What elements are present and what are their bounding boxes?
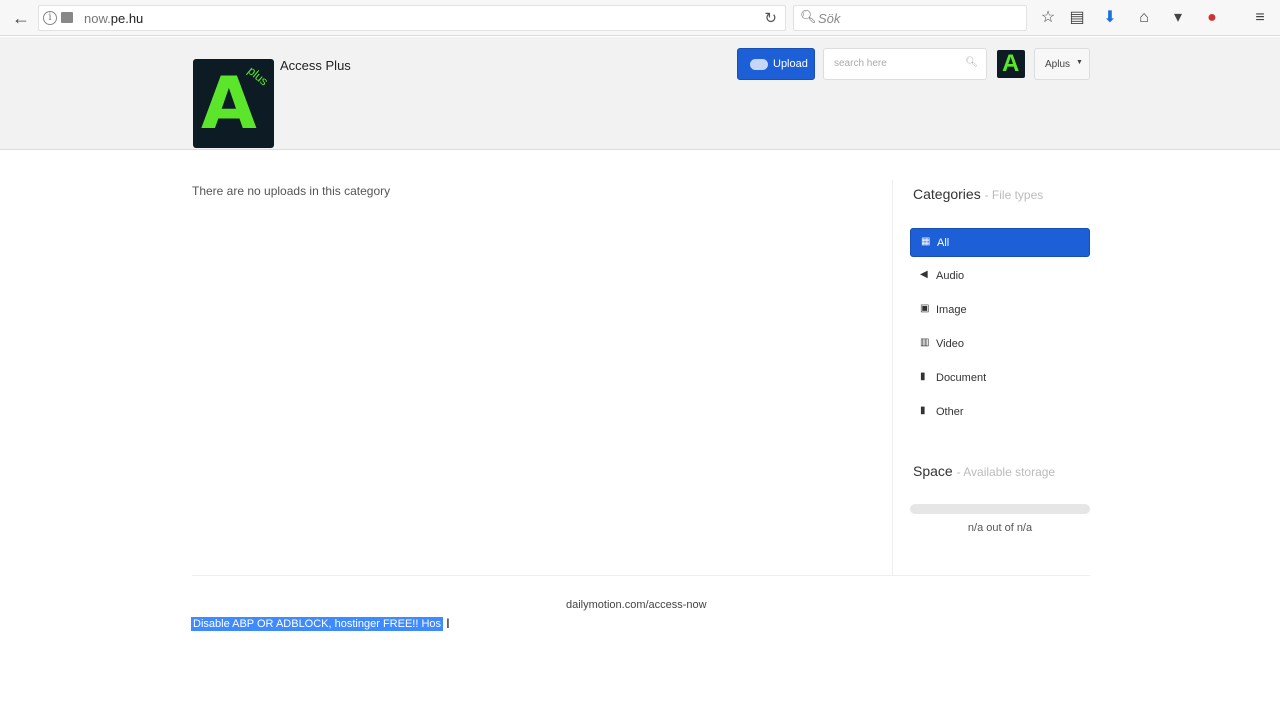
user-menu-dropdown[interactable]: Aplus ▼	[1034, 48, 1090, 80]
browser-toolbar: ← i now.pe.hu ↻ 🔍︎ Sök ☆ ▤ ⬇ ⌂ ▾ ● ≡	[0, 0, 1280, 36]
category-all[interactable]: ▦ All	[910, 228, 1090, 257]
pocket-icon[interactable]: ▾	[1167, 7, 1189, 29]
browser-search-placeholder: Sök	[818, 11, 841, 26]
reload-icon[interactable]: ↻	[764, 9, 777, 27]
categories-subtitle: - File types	[984, 188, 1044, 202]
footer-divider	[192, 575, 1090, 576]
avatar[interactable]: A	[997, 50, 1025, 78]
file-icon: ▮	[920, 405, 926, 416]
site-title[interactable]: Access Plus	[280, 58, 351, 73]
menu-icon[interactable]: ≡	[1249, 7, 1271, 29]
category-document[interactable]: ▮ Document	[910, 364, 1090, 393]
storage-progress-bar	[910, 504, 1090, 514]
category-image[interactable]: ▣ Image	[910, 296, 1090, 325]
search-icon: 🔍︎	[800, 9, 817, 24]
categories-title: Categories	[913, 186, 981, 202]
caret-down-icon: ▼	[1076, 59, 1083, 66]
sidebar-divider	[892, 180, 893, 576]
category-label: Other	[936, 406, 964, 418]
storage-text: n/a out of n/a	[967, 522, 1033, 534]
category-label: All	[937, 237, 950, 249]
address-bar[interactable]: i now.pe.hu ↻	[38, 5, 786, 31]
category-label: Audio	[936, 270, 965, 282]
upload-button[interactable]: Upload	[737, 48, 815, 80]
site-info-icon[interactable]: i	[43, 11, 57, 25]
reading-list-icon[interactable]: ▤	[1066, 7, 1088, 29]
browser-search-input[interactable]: 🔍︎ Sök	[793, 5, 1027, 31]
user-menu-label: Aplus	[1045, 59, 1071, 70]
space-subtitle: - Available storage	[956, 465, 1056, 479]
site-logo[interactable]: A plus	[193, 59, 274, 148]
url-text: now.pe.hu	[84, 11, 144, 26]
upload-label: Upload	[773, 58, 808, 70]
category-label: Image	[936, 304, 967, 316]
home-icon[interactable]: ⌂	[1133, 7, 1155, 29]
film-icon: ▥	[920, 337, 930, 348]
bookmark-star-icon[interactable]: ☆	[1037, 7, 1059, 29]
empty-message: There are no uploads in this category	[192, 184, 391, 198]
site-search-placeholder: search here	[834, 58, 887, 69]
text-cursor-icon: I	[446, 615, 450, 631]
category-label: Document	[936, 372, 987, 384]
speaker-icon: ◀	[920, 269, 928, 280]
page-icon	[61, 12, 73, 23]
category-other[interactable]: ▮ Other	[910, 398, 1090, 427]
search-icon[interactable]: 🔍︎	[965, 57, 978, 68]
site-header: A plus Access Plus Upload search here 🔍︎…	[0, 37, 1280, 150]
cloud-upload-icon	[750, 59, 768, 70]
book-icon: ▮	[920, 371, 926, 382]
category-video[interactable]: ▥ Video	[910, 330, 1090, 359]
footer-ad-text[interactable]: Disable ABP OR ADBLOCK, hostinger FREE!!…	[191, 617, 444, 631]
category-audio[interactable]: ◀ Audio	[910, 262, 1090, 291]
footer-link[interactable]: dailymotion.com/access-now	[566, 599, 707, 611]
categories-heading: Categories - File types	[913, 186, 1043, 202]
adblock-icon[interactable]: ●	[1201, 7, 1223, 29]
download-icon[interactable]: ⬇	[1099, 7, 1121, 29]
grid-icon: ▦	[921, 236, 931, 247]
avatar-letter: A	[1002, 50, 1020, 77]
back-icon[interactable]: ←	[8, 5, 34, 31]
space-heading: Space - Available storage	[913, 463, 1055, 479]
camera-icon: ▣	[920, 303, 930, 314]
space-title: Space	[913, 463, 953, 479]
site-search-input[interactable]: search here 🔍︎	[823, 48, 987, 80]
category-label: Video	[936, 338, 964, 350]
